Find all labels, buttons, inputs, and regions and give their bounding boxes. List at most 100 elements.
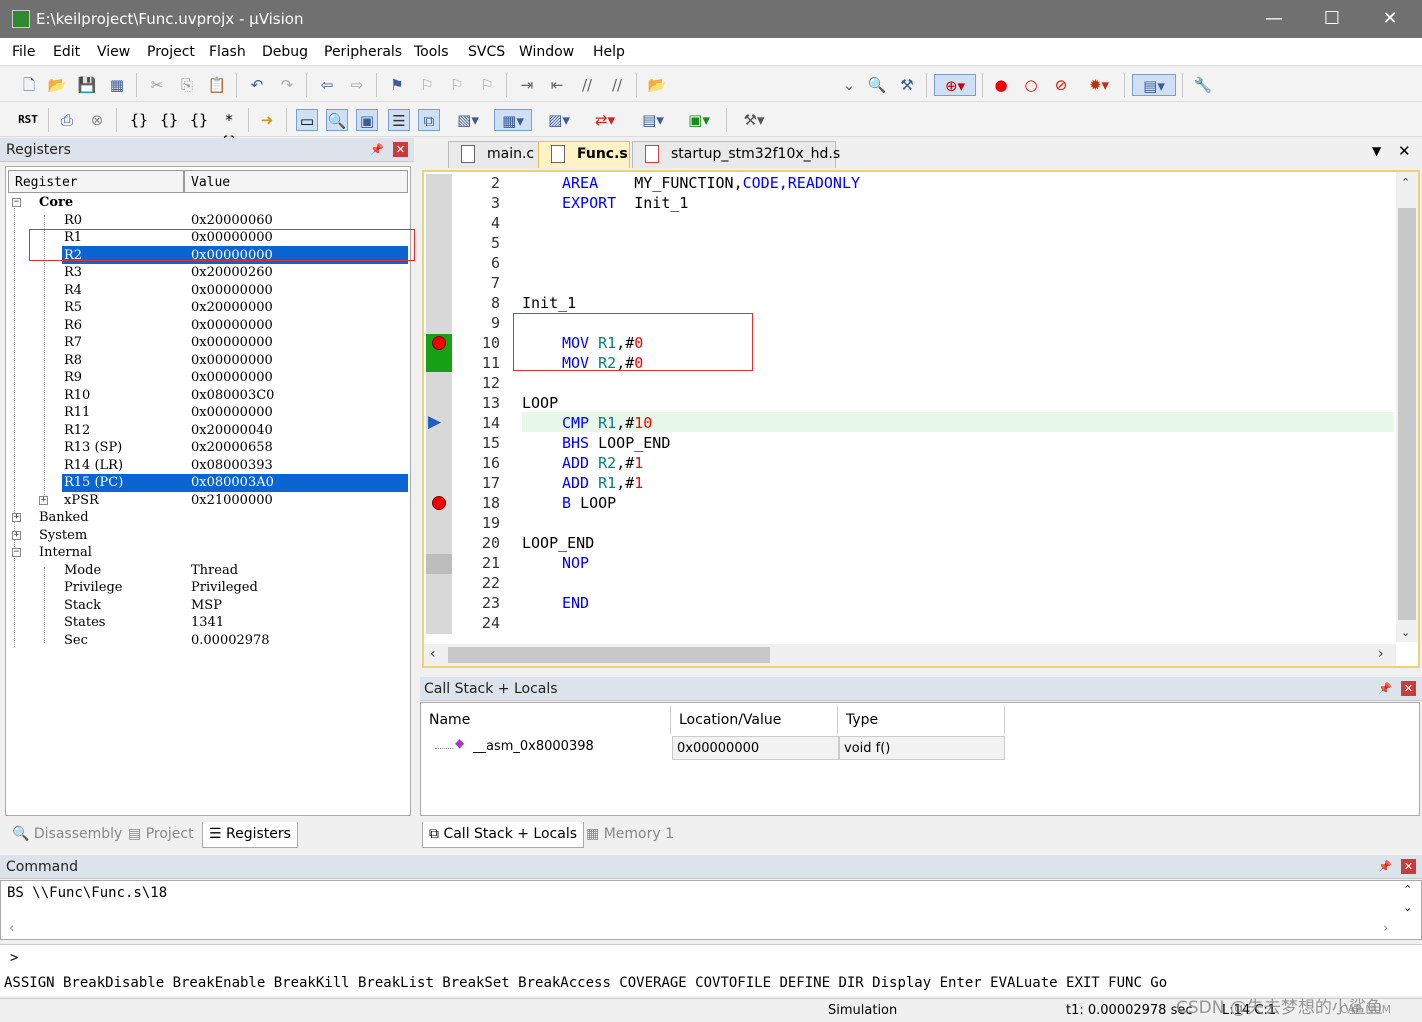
tab-func-s[interactable]: Func.s [538,141,630,168]
nav-back-icon[interactable]: ⇦ [316,74,338,96]
analysis-windows-icon[interactable]: ⇄▾ [586,109,624,131]
disable-breakpoints-icon[interactable]: ⊘ [1050,74,1072,96]
register-row[interactable]: R11 0x00000000 [6,404,410,422]
comment-icon[interactable]: // [576,74,598,96]
scroll-left-icon[interactable]: ‹ [9,921,14,936]
scroll-down-icon[interactable]: ⌄ [1403,901,1412,914]
call-stack-window-icon[interactable]: ⧉ [418,109,440,131]
copy-icon[interactable]: ⎘ [176,74,198,96]
menu-edit[interactable]: Edit [53,44,80,60]
command-input[interactable]: > [0,944,1422,970]
breakpoint-icon[interactable] [432,496,446,510]
table-cell-type[interactable]: void f() [839,736,1005,760]
disassembly-window-icon[interactable]: 🔍 [326,109,348,131]
system-viewer-icon[interactable]: ▣▾ [680,109,718,131]
tab-memory-1[interactable]: ▦ Memory 1 [580,822,680,848]
tab-startup-s[interactable]: startup_stm32f10x_hd.s [632,141,840,168]
expand-icon[interactable]: + [39,495,48,505]
pin-icon[interactable]: 📌 [370,143,384,157]
step-out-icon[interactable]: {} [188,109,210,131]
register-row[interactable]: States 1341 [6,614,410,632]
new-file-icon[interactable]: 🗋 [18,74,40,96]
watch-windows-icon[interactable]: ▧▾ [450,109,486,131]
menu-view[interactable]: View [97,44,130,60]
register-row[interactable]: R8 0x00000000 [6,352,410,370]
nav-forward-icon[interactable]: ⇨ [346,74,368,96]
scroll-up-icon[interactable]: ⌃ [1401,176,1410,189]
clear-bookmarks-icon[interactable]: ⚐ [476,74,498,96]
breakpoint-icon[interactable] [432,336,446,350]
menu-file[interactable]: File [12,44,35,60]
next-bookmark-icon[interactable]: ⚐ [446,74,468,96]
register-row-core[interactable]: − Core [6,194,410,212]
register-row[interactable]: R7 0x00000000 [6,334,410,352]
step-into-icon[interactable]: {} [128,109,150,131]
register-row[interactable]: R0 0x20000060 [6,212,410,230]
menu-debug[interactable]: Debug [262,44,308,60]
unindent-icon[interactable]: ⇤ [546,74,568,96]
find-in-files-icon[interactable]: 📂 [646,74,668,96]
register-group-system[interactable]: + System [6,527,410,545]
expand-icon[interactable]: + [12,530,21,540]
table-cell-location[interactable]: 0x00000000 [672,736,839,760]
menu-project[interactable]: Project [147,44,195,60]
scroll-left-icon[interactable]: ‹ [430,646,436,662]
menu-help[interactable]: Help [593,44,625,60]
serial-windows-icon[interactable]: ▨▾ [540,109,578,131]
find-icon[interactable]: 🔍 [866,74,888,96]
maximize-button[interactable]: ☐ [1318,6,1346,32]
tab-project[interactable]: ▤ Project [122,822,200,848]
registers-tree[interactable]: Register Value − Core R0 0x20000060 R1 0x0… [5,166,415,816]
command-window-icon[interactable]: ▭ [296,109,318,131]
pin-icon[interactable]: 📌 [1378,682,1392,696]
collapse-icon[interactable]: − [12,548,21,557]
save-all-icon[interactable]: ▦ [106,74,128,96]
register-row-xpsr[interactable]: + xPSR 0x21000000 [6,492,410,510]
collapse-icon[interactable]: − [12,198,21,207]
tab-list-dropdown-icon[interactable]: ▼ [1372,144,1381,158]
show-next-statement-icon[interactable]: ➜ [256,109,278,131]
register-row[interactable]: R4 0x00000000 [6,282,410,300]
debug-session-icon[interactable]: ⊕▾ [934,74,976,96]
register-row[interactable]: R10 0x080003C0 [6,387,410,405]
close-icon[interactable]: ✕ [1401,681,1416,696]
menu-window[interactable]: Window [519,44,574,60]
insert-breakpoint-icon[interactable]: ● [990,74,1012,96]
scroll-thumb[interactable] [448,647,770,663]
register-row[interactable]: Mode Thread [6,562,410,580]
undo-icon[interactable]: ↶ [246,74,268,96]
tab-disassembly[interactable]: 🔍 Disassembly [6,822,128,848]
window-layout-icon[interactable]: ▤▾ [1132,74,1176,96]
pin-icon[interactable]: 📌 [1378,860,1392,874]
open-folder-icon[interactable]: 📂 [46,74,68,96]
register-row[interactable]: R5 0x20000000 [6,299,410,317]
column-header-value[interactable]: Value [184,170,408,193]
bookmark-icon[interactable]: ⚑ [386,74,408,96]
enable-breakpoint-icon[interactable]: ○ [1020,74,1042,96]
register-row[interactable]: Sec 0.00002978 [6,632,410,650]
scroll-thumb[interactable] [1398,208,1416,620]
incremental-find-icon[interactable]: ⚒ [896,74,918,96]
uncomment-icon[interactable]: // [606,74,628,96]
trace-windows-icon[interactable]: ▤▾ [634,109,672,131]
menu-flash[interactable]: Flash [209,44,246,60]
register-row[interactable]: Stack MSP [6,597,410,615]
register-group-banked[interactable]: + Banked [6,509,410,527]
horizontal-scrollbar[interactable]: ‹ › [424,644,1396,666]
prev-bookmark-icon[interactable]: ⚐ [416,74,438,96]
code-editor[interactable]: ▶ 2 3 4 5 6 7 8 9 10 11 12 13 14 15 16 1… [422,170,1420,668]
run-to-cursor-icon[interactable]: *{} [218,109,240,151]
run-icon[interactable]: ⎙ [56,109,78,131]
cut-icon[interactable]: ✂ [146,74,168,96]
tab-registers[interactable]: ☰ Registers [202,822,298,848]
column-header-location[interactable]: Location/Value [671,706,838,734]
menu-tools[interactable]: Tools [414,44,449,60]
vertical-scrollbar[interactable]: ⌃ ⌄ [1396,172,1418,642]
configure-icon[interactable]: 🔧 [1192,74,1214,96]
expand-icon[interactable]: + [12,513,21,522]
symbols-window-icon[interactable]: ▣ [356,109,378,131]
tab-callstack[interactable]: ⧉ Call Stack + Locals [422,822,585,848]
save-icon[interactable]: 💾 [76,74,98,96]
indent-icon[interactable]: ⇥ [516,74,538,96]
register-row[interactable]: Privilege Privileged [6,579,410,597]
